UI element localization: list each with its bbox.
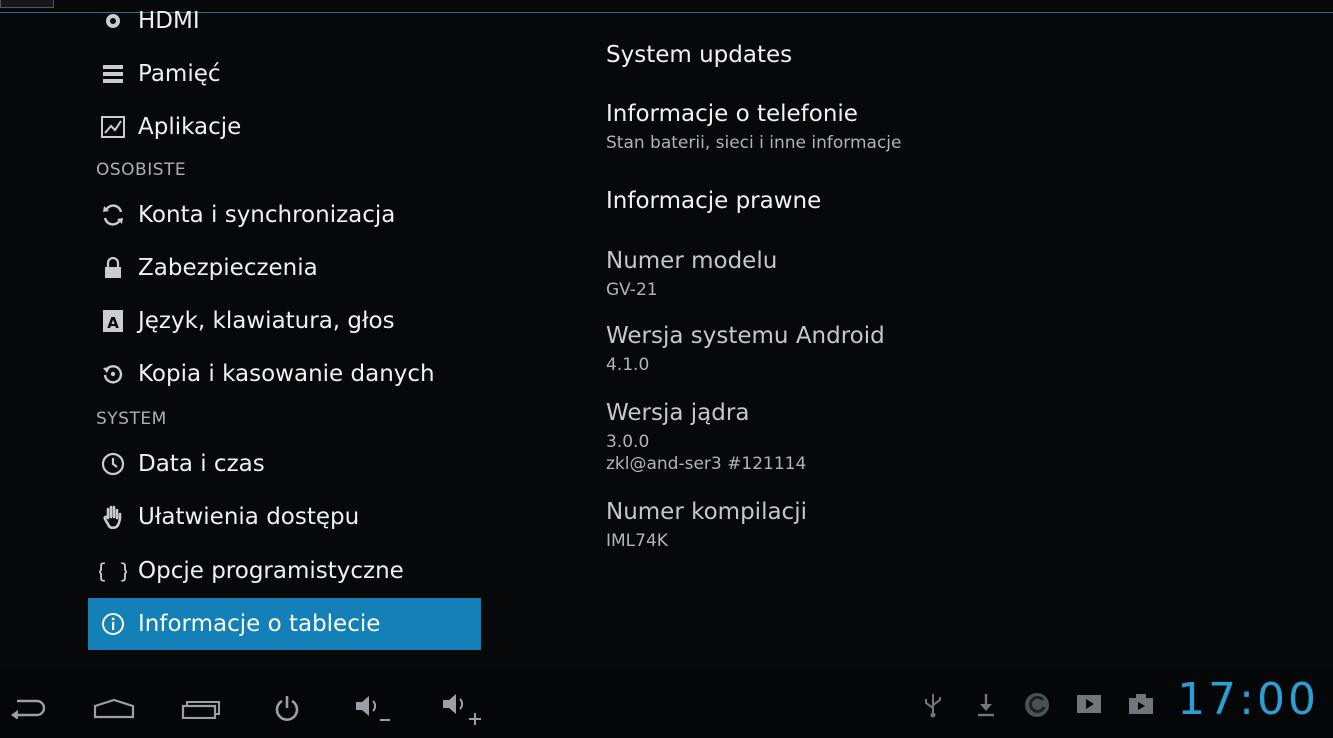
about-tablet-panel: System updates Informacje o telefonie St… xyxy=(606,0,1306,660)
back-icon[interactable] xyxy=(8,690,48,726)
clock-icon xyxy=(88,452,138,476)
sidebar-item-hdmi[interactable]: HDMI xyxy=(88,0,481,47)
kernel-version-row: Wersja jądra 3.0.0 zkl@and-ser3 #121114 xyxy=(606,400,806,474)
svg-text:{ }: { } xyxy=(99,559,127,583)
volume-up-icon[interactable] xyxy=(440,690,484,726)
hdmi-icon xyxy=(88,10,138,32)
sidebar-item-label: Język, klawiatura, głos xyxy=(138,308,395,334)
sidebar-item-label: Ułatwienia dostępu xyxy=(138,504,360,530)
recent-apps-icon[interactable] xyxy=(180,690,222,726)
android-version-title: Wersja systemu Android xyxy=(606,323,885,349)
sidebar-item-label: Aplikacje xyxy=(138,114,242,140)
language-icon: A xyxy=(88,309,138,333)
sidebar-item-accessibility[interactable]: Ułatwienia dostępu xyxy=(88,491,481,543)
build-number-title: Numer kompilacji xyxy=(606,499,807,525)
kernel-version-value: 3.0.0 xyxy=(606,432,650,452)
sidebar-item-label: Kopia i kasowanie danych xyxy=(138,361,435,387)
section-header-system: SYSTEM xyxy=(96,409,167,429)
sidebar-item-security[interactable]: Zabezpieczenia xyxy=(88,242,481,294)
home-icon[interactable] xyxy=(92,690,136,726)
usb-icon xyxy=(922,692,944,718)
download-icon xyxy=(975,692,997,718)
power-icon[interactable] xyxy=(272,690,302,726)
hand-icon xyxy=(88,504,138,530)
sidebar-item-label: Opcje programistyczne xyxy=(138,558,404,584)
top-corner-tab xyxy=(0,0,54,8)
sidebar-item-label: Zabezpieczenia xyxy=(138,255,318,281)
sidebar-item-label: Konta i synchronizacja xyxy=(138,202,396,228)
legal-info-row[interactable]: Informacje prawne xyxy=(606,188,821,214)
section-header-personal: OSOBISTE xyxy=(96,160,187,180)
sidebar-item-accounts-sync[interactable]: Konta i synchronizacja xyxy=(88,189,481,241)
system-navigation-bar: 17:00 xyxy=(0,670,1333,738)
build-number-row[interactable]: Numer kompilacji IML74K xyxy=(606,499,807,551)
android-version-row[interactable]: Wersja systemu Android 4.1.0 xyxy=(606,323,885,375)
legal-info-title: Informacje prawne xyxy=(606,188,822,214)
lock-icon xyxy=(88,257,138,279)
sidebar-item-apps[interactable]: Aplikacje xyxy=(88,101,481,153)
sidebar-item-label: Pamięć xyxy=(138,61,221,87)
camera-icon xyxy=(1128,692,1154,716)
svg-text:A: A xyxy=(107,314,119,332)
model-number-title: Numer modelu xyxy=(606,248,778,274)
sync-icon xyxy=(88,203,138,227)
sidebar-item-storage[interactable]: Pamięć xyxy=(88,48,481,100)
system-updates-row[interactable]: System updates xyxy=(606,42,792,68)
backup-icon xyxy=(88,362,138,386)
sidebar-item-label: HDMI xyxy=(138,8,200,34)
phone-info-title: Informacje o telefonie xyxy=(606,101,858,127)
android-version-value: 4.1.0 xyxy=(606,355,650,375)
phone-info-row[interactable]: Informacje o telefonie Stan baterii, sie… xyxy=(606,101,901,153)
status-clock: 17:00 xyxy=(1177,674,1319,725)
sidebar-item-developer-options[interactable]: { } Opcje programistyczne xyxy=(88,545,481,597)
info-icon xyxy=(88,612,138,636)
model-number-row: Numer modelu GV-21 xyxy=(606,248,777,300)
system-updates-title: System updates xyxy=(606,42,793,68)
sync-status-icon xyxy=(1022,690,1052,720)
kernel-build-host: zkl@and-ser3 #121114 xyxy=(606,454,807,474)
build-number-value: IML74K xyxy=(606,531,668,551)
media-icon xyxy=(1076,692,1102,716)
phone-info-subtitle: Stan baterii, sieci i inne informacje xyxy=(606,133,902,153)
sidebar-item-about-tablet[interactable]: Informacje o tablecie xyxy=(88,598,481,650)
kernel-version-title: Wersja jądra xyxy=(606,400,750,426)
apps-icon xyxy=(88,116,138,138)
settings-sidebar: HDMI Pamięć Aplikacje OSOBISTE Konta i s… xyxy=(88,0,481,660)
sidebar-item-label: Data i czas xyxy=(138,451,265,477)
sidebar-item-label: Informacje o tablecie xyxy=(138,611,381,637)
braces-icon: { } xyxy=(88,559,138,583)
model-number-value: GV-21 xyxy=(606,280,658,300)
sidebar-item-date-time[interactable]: Data i czas xyxy=(88,438,481,490)
sidebar-item-language[interactable]: A Język, klawiatura, głos xyxy=(88,295,481,347)
volume-down-icon[interactable] xyxy=(352,690,394,726)
storage-icon xyxy=(88,64,138,84)
sidebar-item-backup-reset[interactable]: Kopia i kasowanie danych xyxy=(88,348,481,400)
